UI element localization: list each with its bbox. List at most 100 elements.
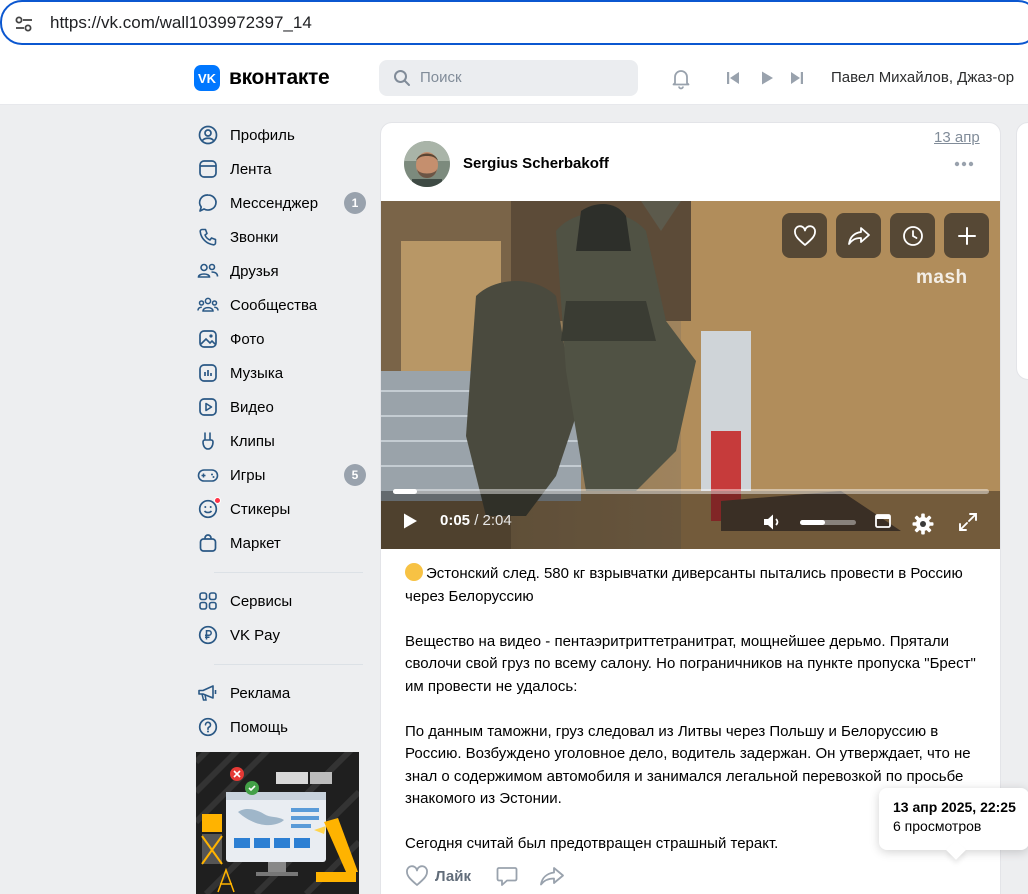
sidebar-item-photo[interactable]: Фото <box>194 322 369 356</box>
sidebar-item-label: Сервисы <box>230 592 293 610</box>
volume-slider[interactable] <box>800 520 856 525</box>
post-paragraph-text: Эстонский след. 580 кг взрывчатки диверс… <box>405 565 963 605</box>
sidebar-divider <box>214 572 363 573</box>
fullscreen-button[interactable] <box>957 511 979 533</box>
sidebar-item-friends[interactable]: Друзья <box>194 254 369 288</box>
stickers-notification-dot <box>214 497 221 504</box>
previous-track-icon[interactable] <box>725 70 741 86</box>
post-date-tooltip: 13 апр 2025, 22:25 6 просмотров <box>879 788 1028 850</box>
notifications-bell-icon[interactable] <box>669 66 693 90</box>
post-card: Sergius Scherbakoff mash 0:05 / 2:04 Эст… <box>380 122 1001 894</box>
sidebar-item-communities[interactable]: Сообщества <box>194 288 369 322</box>
sidebar-item-video[interactable]: Видео <box>194 390 369 424</box>
like-label: Лайк <box>435 867 471 885</box>
author-name[interactable]: Sergius Scherbakoff <box>463 155 609 172</box>
play-icon[interactable] <box>759 70 775 86</box>
like-button[interactable]: Лайк <box>405 865 471 887</box>
left-sidebar: Профиль Лента Мессенджер 1 Звонки Друзья… <box>194 118 369 744</box>
video-progress-bar[interactable] <box>393 489 989 494</box>
market-icon <box>196 531 220 555</box>
comment-icon <box>496 867 518 886</box>
url-field[interactable]: https://vk.com/wall1039972397_14 <box>0 0 1028 45</box>
sidebar-item-label: Игры <box>230 466 266 484</box>
vk-logo-text[interactable]: вконтакте <box>229 66 330 90</box>
sidebar-item-games[interactable]: Игры 5 <box>194 458 369 492</box>
tooltip-date: 13 апр 2025, 22:25 <box>893 799 1016 815</box>
vkpay-icon <box>196 623 220 647</box>
sidebar-item-label: VK Pay <box>230 626 281 644</box>
sidebar-ad-banner[interactable] <box>196 752 359 894</box>
sidebar-item-label: Реклама <box>230 684 291 702</box>
messenger-unread-badge: 1 <box>344 192 366 214</box>
play-button[interactable] <box>400 511 420 531</box>
volume-button[interactable] <box>762 511 784 533</box>
friends-icon <box>196 259 220 283</box>
sidebar-item-messenger[interactable]: Мессенджер 1 <box>194 186 369 220</box>
comment-button[interactable] <box>495 865 519 887</box>
communities-icon <box>196 293 220 317</box>
sidebar-item-label: Маркет <box>230 534 281 552</box>
sidebar-item-music[interactable]: Музыка <box>194 356 369 390</box>
stickers-icon <box>196 497 221 521</box>
feed-icon <box>196 157 220 181</box>
sidebar-item-label: Стикеры <box>230 500 291 518</box>
video-current-time: 0:05 <box>440 512 471 529</box>
photo-icon <box>196 327 220 351</box>
video-duration: 2:04 <box>482 512 512 529</box>
post-date-link[interactable]: 13 апр <box>934 129 980 146</box>
sidebar-item-profile[interactable]: Профиль <box>194 118 369 152</box>
settings-gear-button[interactable] <box>910 511 936 537</box>
sidebar-item-clips[interactable]: Клипы <box>194 424 369 458</box>
search-input[interactable]: Поиск <box>379 60 638 96</box>
share-video-button[interactable] <box>836 213 881 258</box>
tooltip-views: 6 просмотров <box>893 818 982 834</box>
sidebar-item-ads[interactable]: Реклама <box>194 676 369 710</box>
url-text[interactable]: https://vk.com/wall1039972397_14 <box>50 13 312 33</box>
help-icon <box>196 715 220 739</box>
site-settings-icon[interactable] <box>14 14 34 34</box>
messenger-icon <box>196 191 220 215</box>
more-options-icon[interactable] <box>954 161 974 167</box>
sidebar-item-label: Видео <box>230 398 274 416</box>
phone-icon <box>196 225 220 249</box>
post-actions: Лайк <box>405 865 985 894</box>
volume-level <box>800 520 826 525</box>
services-icon <box>196 589 220 613</box>
sidebar-item-feed[interactable]: Лента <box>194 152 369 186</box>
clips-icon <box>196 429 220 453</box>
emoji-icon <box>405 563 423 581</box>
search-icon <box>394 70 410 86</box>
add-video-button[interactable] <box>944 213 989 258</box>
profile-icon <box>196 123 220 147</box>
sidebar-item-label: Помощь <box>230 718 288 736</box>
music-icon <box>196 361 220 385</box>
video-player[interactable]: mash 0:05 / 2:04 <box>381 201 1000 549</box>
watch-later-button[interactable] <box>890 213 935 258</box>
sidebar-item-services[interactable]: Сервисы <box>194 584 369 618</box>
search-placeholder: Поиск <box>420 69 462 86</box>
vk-header: VK вконтакте Поиск Павел Михайлов, Джаз-… <box>0 50 1028 105</box>
mini-player-button[interactable] <box>873 511 893 531</box>
sidebar-item-calls[interactable]: Звонки <box>194 220 369 254</box>
right-panel-card <box>1016 122 1028 380</box>
megaphone-icon <box>196 681 220 705</box>
author-avatar[interactable] <box>404 141 450 187</box>
sidebar-item-vkpay[interactable]: VK Pay <box>194 618 369 652</box>
like-video-button[interactable] <box>782 213 827 258</box>
now-playing-track[interactable]: Павел Михайлов, Джаз-ор <box>831 69 1014 86</box>
games-icon <box>196 463 220 487</box>
sidebar-item-label: Сообщества <box>230 296 318 314</box>
next-track-icon[interactable] <box>789 70 805 86</box>
heart-icon <box>406 865 428 886</box>
video-icon <box>196 395 220 419</box>
sidebar-item-label: Профиль <box>230 126 295 144</box>
sidebar-item-help[interactable]: Помощь <box>194 710 369 744</box>
sidebar-item-market[interactable]: Маркет <box>194 526 369 560</box>
vk-logo-icon[interactable]: VK <box>194 65 220 91</box>
post-paragraph: Вещество на видео - пентаэритриттетранит… <box>405 632 976 695</box>
browser-address-bar: https://vk.com/wall1039972397_14 <box>0 0 1028 50</box>
sidebar-item-stickers[interactable]: Стикеры <box>194 492 369 526</box>
share-icon <box>540 867 564 886</box>
share-button[interactable] <box>539 865 565 887</box>
sidebar-divider <box>214 664 363 665</box>
